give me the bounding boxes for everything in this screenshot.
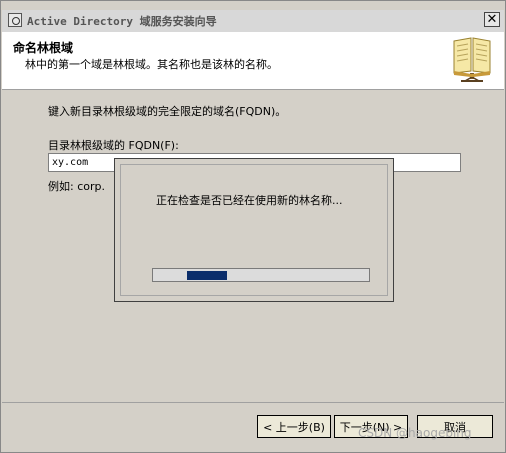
close-button[interactable]: ✕ — [484, 12, 500, 27]
window-title: Active Directory 域服务安装向导 — [27, 15, 217, 28]
progress-bar-fill — [187, 271, 227, 280]
instruction-text: 键入新目录林根级域的完全限定的域名(FQDN)。 — [48, 105, 287, 118]
progress-dialog-frame: 正在检查是否已经在使用新的林名称... — [120, 164, 388, 296]
footer-divider — [2, 402, 504, 403]
app-icon — [8, 13, 22, 27]
watermark-text: CSDN @haogebing — [358, 426, 472, 440]
page-subtitle: 林中的第一个域是林根域。其名称也是该林的名称。 — [25, 58, 278, 71]
book-icon — [453, 37, 491, 82]
progress-dialog: 正在检查是否已经在使用新的林名称... — [114, 158, 394, 302]
title-bar[interactable]: Active Directory 域服务安装向导 ✕ — [2, 10, 504, 33]
progress-message: 正在检查是否已经在使用新的林名称... — [156, 194, 343, 207]
back-button[interactable]: < 上一步(B) — [257, 415, 331, 438]
page-title: 命名林根域 — [13, 41, 74, 55]
fqdn-label: 目录林根级域的 FQDN(F): — [48, 139, 179, 152]
wizard-header: 命名林根域 林中的第一个域是林根域。其名称也是该林的名称。 — [2, 32, 504, 90]
example-text: 例如: corp. — [48, 180, 105, 193]
progress-bar — [152, 268, 370, 282]
wizard-window: Active Directory 域服务安装向导 ✕ 命名林根域 林中的第一个域… — [0, 0, 506, 453]
